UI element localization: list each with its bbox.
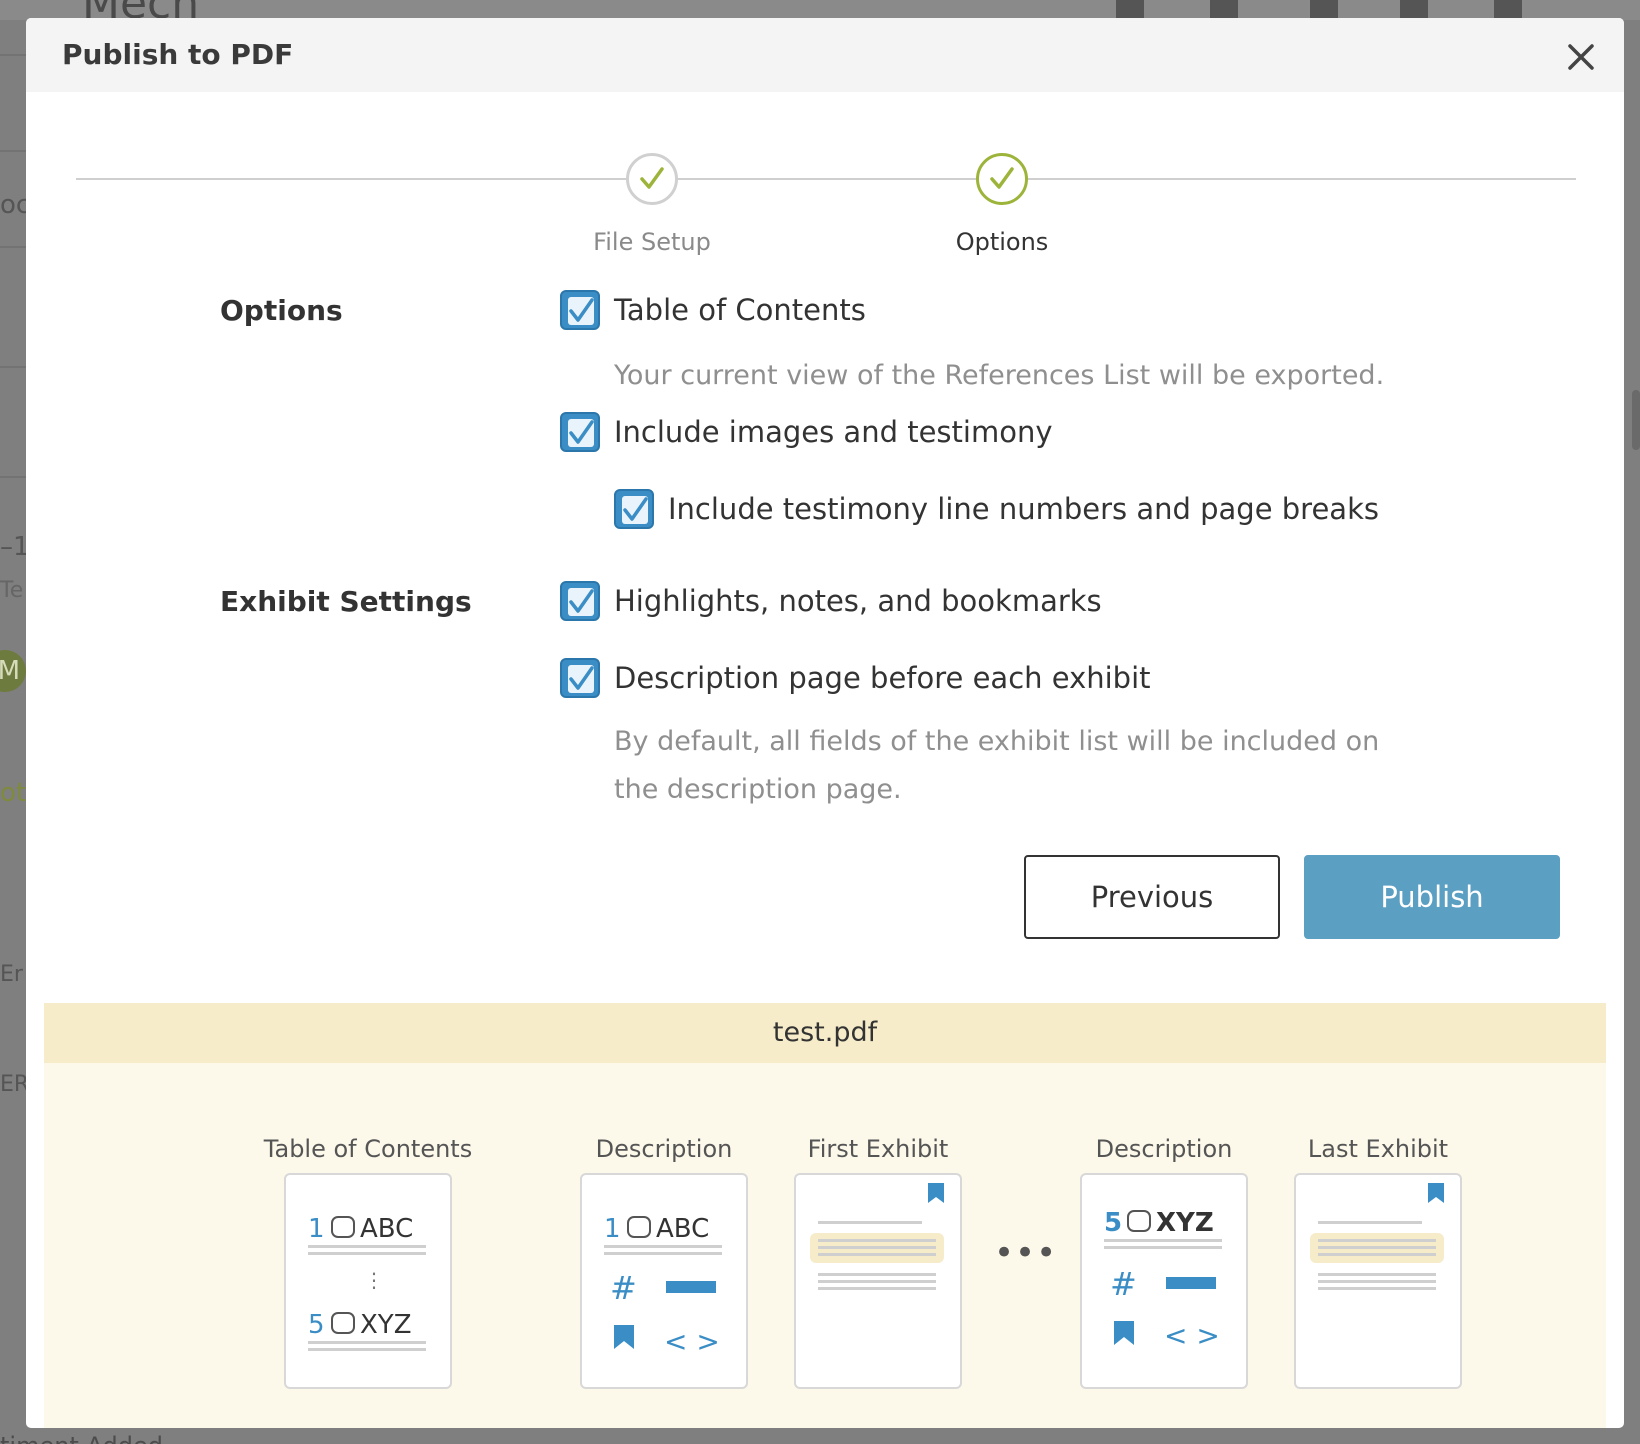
svg-text:ABC: ABC [656,1214,709,1244]
hash-icon: # [1110,1265,1137,1303]
checkmark-icon [623,497,648,521]
highlights-label[interactable]: Highlights, notes, and bookmarks [614,584,1102,618]
line-numbers-option[interactable]: Include testimony line numbers and page … [614,489,1379,529]
exhibit-settings-heading: Exhibit Settings [220,585,472,618]
field-bar-icon [1166,1277,1216,1289]
bookmark-icon [1114,1321,1134,1345]
checkbox-icon [331,1216,355,1238]
check-icon [990,167,1014,189]
vertical-ellipsis: ⋮ [364,1268,384,1292]
background-toolbar-icon [1116,0,1144,18]
highlights-option[interactable]: Highlights, notes, and bookmarks [560,581,1102,621]
bookmark-icon [1428,1183,1444,1203]
checkmark-icon [569,298,594,322]
checkmark-icon [569,420,594,444]
field-bar-icon [666,1281,716,1293]
avatar: M [0,650,26,692]
previous-button[interactable]: Previous [1024,855,1280,939]
description-page-checkbox[interactable] [560,658,600,698]
toc-entry-number: 5 [308,1310,325,1340]
svg-text:5: 5 [1104,1208,1122,1238]
toc-label[interactable]: Table of Contents [614,293,866,327]
description-page-option[interactable]: Description page before each exhibit [560,658,1151,698]
toc-option[interactable]: Table of Contents [560,290,866,330]
line-numbers-label[interactable]: Include testimony line numbers and page … [668,492,1379,526]
highlights-checkbox[interactable] [560,581,600,621]
pdf-preview: test.pdf Table of Contents 1 ABC ⋮ 5 XYZ… [44,1003,1606,1428]
preview-page-toc: 1 ABC ⋮ 5 XYZ [284,1173,452,1389]
exhibit-page-illustration [810,1183,944,1290]
more-pages-ellipsis: ••• [994,1233,1058,1273]
bookmark-icon [928,1183,944,1203]
checkmark-icon [569,666,594,690]
preview-page-description-first: 1 ABC # < > [580,1173,748,1389]
options-heading: Options [220,294,343,327]
step-file-setup-indicator[interactable] [626,153,678,205]
images-testimony-label[interactable]: Include images and testimony [614,415,1053,449]
modal-title: Publish to PDF [62,38,294,71]
step-options-indicator[interactable] [976,153,1028,205]
description-page-illustration: 5 XYZ # < > [1104,1208,1222,1352]
check-icon [640,167,664,189]
checkmark-icon [569,589,594,613]
toc-entry-number: 1 [308,1214,325,1244]
toc-entry-text: ABC [360,1214,413,1244]
preview-page-first-exhibit [794,1173,962,1389]
hash-icon: # [610,1269,637,1307]
description-page-label[interactable]: Description page before each exhibit [614,661,1151,695]
line-numbers-checkbox[interactable] [614,489,654,529]
toc-page-illustration: 1 ABC ⋮ 5 XYZ [308,1214,426,1351]
images-testimony-checkbox[interactable] [560,412,600,452]
svg-text:XYZ: XYZ [1156,1208,1214,1238]
background-topbar [0,0,1640,20]
preview-page-label: Table of Contents [263,1135,473,1163]
code-icon: < > [1164,1319,1220,1352]
close-button[interactable] [1564,40,1598,74]
background-text: timent Added [0,1432,163,1444]
step-label-file-setup[interactable]: File Setup [532,228,772,256]
background-text: Te [0,578,24,603]
images-testimony-option[interactable]: Include images and testimony [560,412,1053,452]
background-toolbar-icon [1494,0,1522,18]
background-scrollbar [1632,390,1640,450]
background-divider [0,54,28,56]
stepper-track [76,178,1576,180]
background-divider [0,150,28,152]
description-page-illustration: 1 ABC # < > [604,1214,722,1358]
background-divider [0,366,28,368]
background-toolbar-icon [1400,0,1428,18]
code-icon: < > [664,1325,720,1358]
checkbox-icon [1127,1210,1151,1232]
background-toolbar-icon [1210,0,1238,18]
background-text: ER [0,1072,30,1097]
toc-hint: Your current view of the References List… [614,360,1385,391]
preview-page-label: Description [595,1135,733,1163]
preview-page-last-exhibit [1294,1173,1462,1389]
background-text: Er [0,962,23,987]
preview-page-label: Description [1095,1135,1233,1163]
modal-header: Publish to PDF [26,18,1624,92]
toc-checkbox[interactable] [560,290,600,330]
background-divider [0,476,28,478]
background-toolbar-icon [1310,0,1338,18]
close-icon [1568,44,1594,70]
description-page-hint: By default, all fields of the exhibit li… [614,726,1380,805]
preview-filename: test.pdf [44,1003,1606,1063]
preview-page-label: First Exhibit [807,1135,949,1163]
svg-text:1: 1 [604,1214,621,1244]
checkbox-icon [627,1216,651,1238]
exhibit-page-illustration [1310,1183,1444,1290]
step-label-options[interactable]: Options [882,228,1122,256]
background-divider [0,246,28,248]
publish-pdf-modal: Publish to PDF File Setup Options Option… [26,18,1624,1428]
preview-page-description-last: 5 XYZ # < > [1080,1173,1248,1389]
checkbox-icon [331,1312,355,1334]
toc-entry-text: XYZ [360,1310,412,1340]
publish-button[interactable]: Publish [1304,855,1560,939]
preview-page-label: Last Exhibit [1307,1135,1449,1163]
bookmark-icon [614,1325,634,1349]
